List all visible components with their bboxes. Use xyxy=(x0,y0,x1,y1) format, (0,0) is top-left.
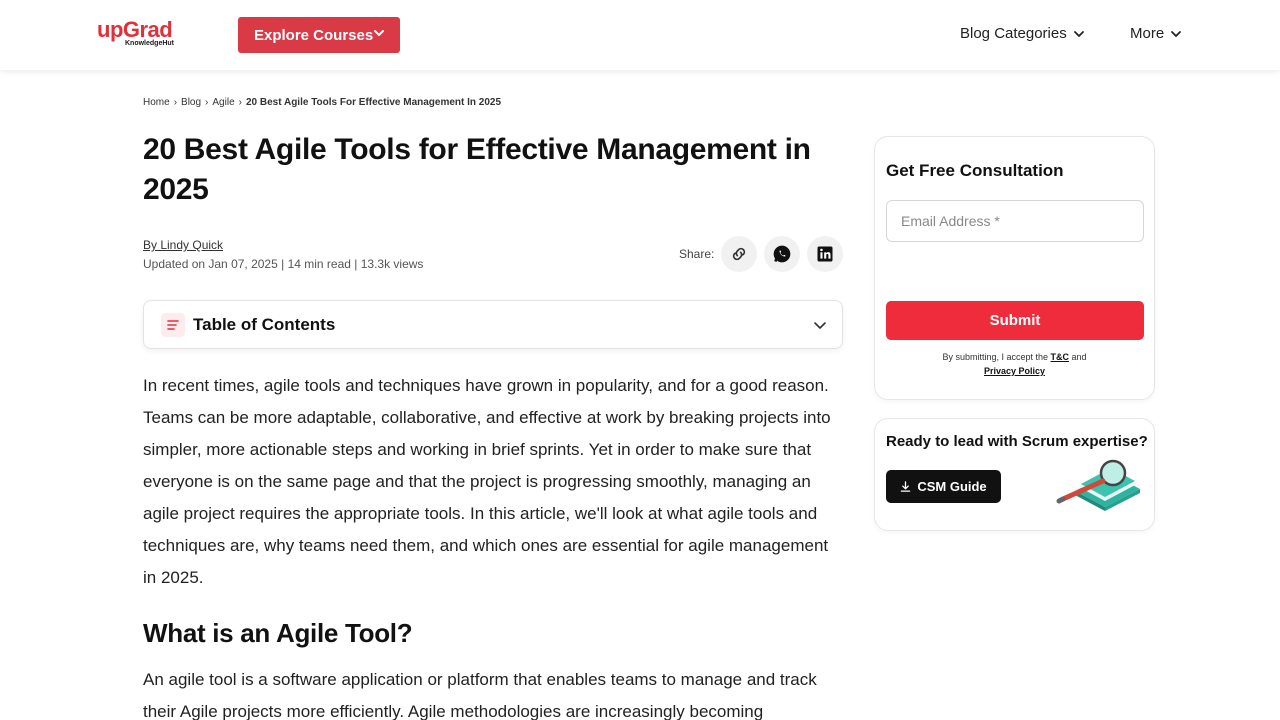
chevron-down-icon xyxy=(1073,30,1084,37)
download-icon xyxy=(901,481,911,492)
intro-paragraph: In recent times, agile tools and techniq… xyxy=(143,376,831,587)
csm-guide-label: CSM Guide xyxy=(917,479,987,494)
upgrad-logo[interactable]: upGrad KnowledgeHut xyxy=(97,18,187,52)
section-heading: What is an Agile Tool? xyxy=(143,618,413,648)
nav-blog-categories-label: Blog Categories xyxy=(960,25,1067,42)
site-header: upGrad KnowledgeHut Explore Courses Blog… xyxy=(0,0,1280,70)
whatsapp-icon xyxy=(773,245,791,263)
logo-main-text: upGrad xyxy=(97,17,173,42)
scrum-title: Ready to lead with Scrum expertise? xyxy=(886,433,1148,450)
article-meta: Updated on Jan 07, 2025 | 14 min read | … xyxy=(143,257,424,271)
nav-more-label: More xyxy=(1130,25,1165,42)
breadcrumb-home[interactable]: Home xyxy=(143,97,170,108)
breadcrumb-separator-icon: › xyxy=(238,97,242,108)
consultation-card: Get Free Consultation Submit By submitti… xyxy=(874,136,1155,400)
tc-link[interactable]: T&C xyxy=(1051,352,1070,362)
terms-prefix: By submitting, I accept the xyxy=(942,352,1048,362)
explore-courses-label: Explore Courses xyxy=(254,26,374,44)
share-whatsapp-button[interactable] xyxy=(764,236,800,272)
email-field[interactable] xyxy=(886,200,1144,242)
table-of-contents[interactable]: Table of Contents xyxy=(143,300,843,349)
author-link[interactable]: By Lindy Quick xyxy=(143,238,223,252)
terms-text: By submitting, I accept the T&C and Priv… xyxy=(875,350,1154,378)
article-title: 20 Best Agile Tools for Effective Manage… xyxy=(143,133,811,206)
chevron-down-icon xyxy=(374,30,384,36)
nav-more[interactable]: More xyxy=(1130,25,1182,42)
breadcrumb-current: 20 Best Agile Tools For Effective Manage… xyxy=(245,97,502,108)
logo-sub-text: KnowledgeHut xyxy=(125,40,174,47)
share-link-button[interactable] xyxy=(721,236,757,272)
breadcrumb-separator-icon: › xyxy=(173,97,178,108)
body-paragraph: An agile tool is a software application … xyxy=(143,670,817,720)
share-label: Share: xyxy=(679,247,715,261)
guide-book-illustration xyxy=(1056,459,1140,511)
terms-and: and xyxy=(1071,352,1087,362)
consultation-title: Get Free Consultation xyxy=(886,161,1064,180)
explore-courses-button[interactable]: Explore Courses xyxy=(238,17,400,53)
chevron-down-icon[interactable] xyxy=(812,317,828,333)
toc-title: Table of Contents xyxy=(193,315,336,334)
nav-blog-categories[interactable]: Blog Categories xyxy=(960,25,1085,42)
breadcrumb: Home › Blog › Agile › 20 Best Agile Tool… xyxy=(143,97,501,108)
linkedin-icon xyxy=(817,246,833,262)
submit-button[interactable]: Submit xyxy=(886,301,1144,340)
chevron-down-icon xyxy=(1171,30,1182,37)
scrum-card: Ready to lead with Scrum expertise? CSM … xyxy=(874,418,1155,531)
breadcrumb-blog[interactable]: Blog xyxy=(181,97,201,108)
link-icon xyxy=(732,247,746,261)
privacy-policy-link[interactable]: Privacy Policy xyxy=(984,366,1045,376)
list-icon xyxy=(161,313,185,337)
breadcrumb-agile[interactable]: Agile xyxy=(212,97,234,108)
share-linkedin-button[interactable] xyxy=(807,236,843,272)
csm-guide-button[interactable]: CSM Guide xyxy=(886,470,1001,503)
breadcrumb-separator-icon: › xyxy=(205,97,209,108)
